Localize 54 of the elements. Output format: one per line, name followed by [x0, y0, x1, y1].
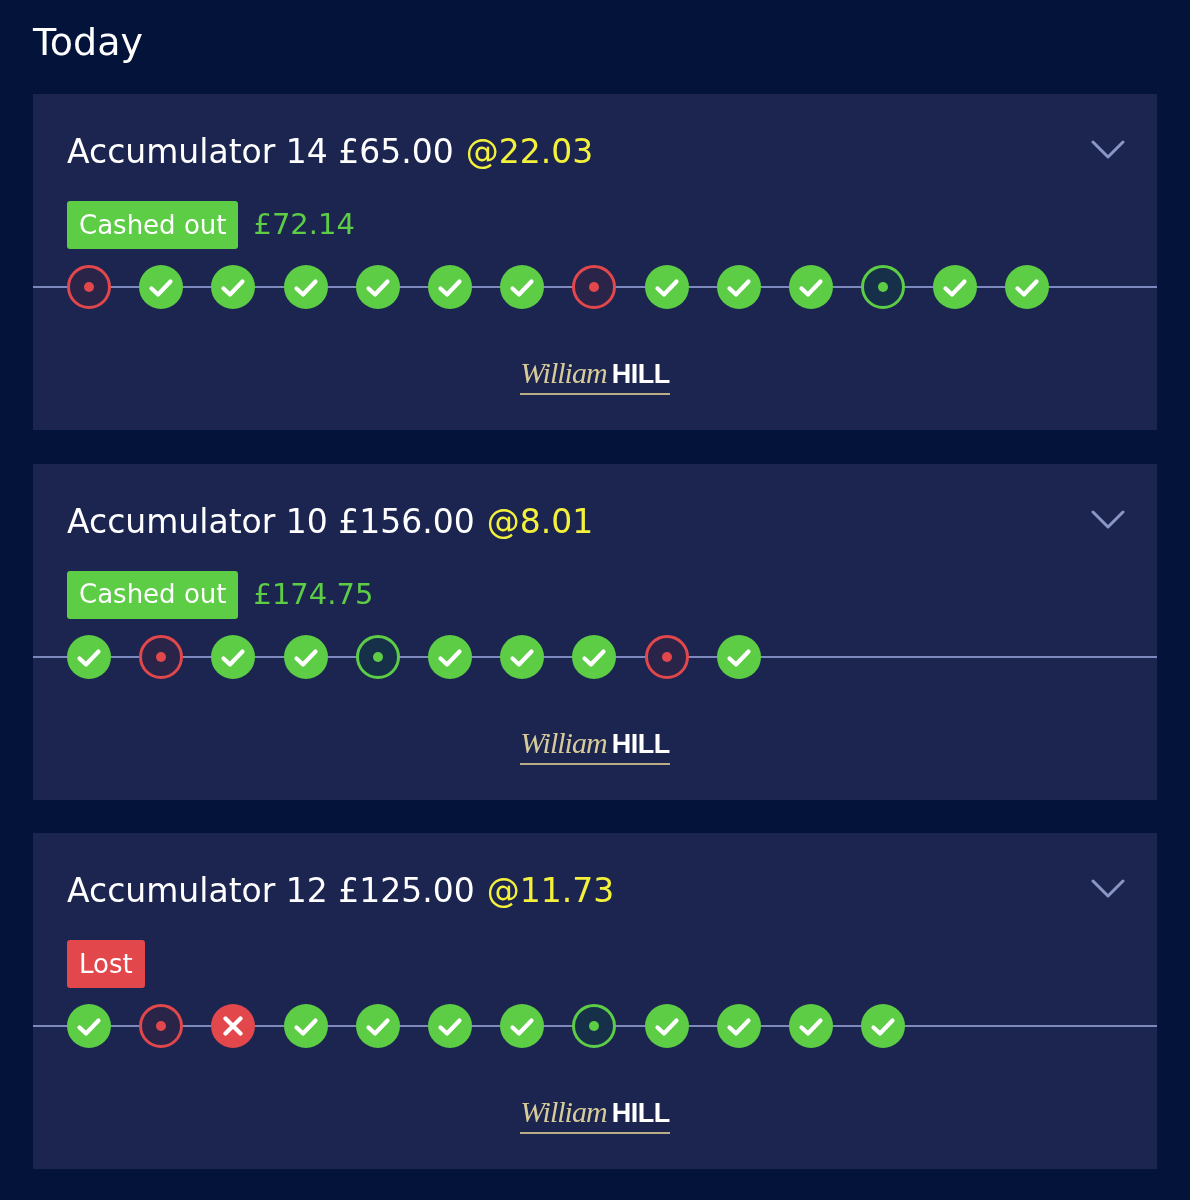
check-circle-icon — [788, 1004, 833, 1048]
check-circle-icon — [139, 265, 184, 309]
check-circle-icon — [1005, 265, 1050, 309]
dot-ring-icon — [861, 265, 906, 309]
section-heading: Today — [33, 19, 144, 66]
check-circle-icon — [933, 265, 978, 309]
dot-ring-icon — [139, 1004, 184, 1048]
dot-ring-icon — [644, 634, 689, 679]
brand-logo: William HILL — [520, 1098, 670, 1134]
bet-title: Accumulator 12 £125.00 — [67, 871, 475, 911]
check-circle-icon — [644, 1004, 689, 1048]
status-badge: Cashed out — [67, 201, 239, 249]
cross-circle-icon — [211, 1004, 256, 1048]
chevron-down-icon — [1091, 140, 1125, 160]
dot-ring-icon — [355, 634, 400, 679]
bet-title: Accumulator 14 £65.00 — [67, 132, 454, 172]
check-circle-icon — [500, 1004, 545, 1048]
check-circle-icon — [355, 1004, 400, 1048]
check-circle-icon — [861, 1004, 906, 1048]
chevron-down-icon — [1091, 509, 1125, 530]
brand-logo: William HILL — [520, 728, 670, 765]
status-badge: Cashed out — [67, 570, 239, 619]
check-circle-icon — [716, 1004, 761, 1048]
check-circle-icon — [67, 1004, 111, 1048]
dot-ring-icon — [139, 634, 184, 679]
odds-text: @8.01 — [486, 501, 594, 542]
check-circle-icon — [427, 1004, 472, 1048]
dot-ring-icon — [67, 265, 111, 309]
chevron-down-icon — [1091, 879, 1125, 899]
check-circle-icon — [644, 265, 689, 309]
check-circle-icon — [283, 1004, 328, 1048]
cashout-amount: £174.75 — [253, 575, 374, 613]
bet-title: Accumulator 10 £156.00 — [67, 501, 475, 542]
check-circle-icon — [283, 265, 328, 309]
status-badge: Lost — [67, 940, 145, 988]
check-circle-icon — [716, 265, 761, 309]
dot-ring-icon — [572, 1004, 617, 1048]
check-circle-icon — [572, 634, 617, 679]
brand-logo: William HILL — [520, 359, 670, 395]
check-circle-icon — [788, 265, 833, 309]
cashout-amount: £72.14 — [253, 206, 355, 244]
check-circle-icon — [67, 634, 111, 679]
check-circle-icon — [500, 634, 545, 679]
check-circle-icon — [355, 265, 400, 309]
check-circle-icon — [716, 634, 761, 679]
check-circle-icon — [211, 634, 256, 679]
dot-ring-icon — [572, 265, 617, 309]
check-circle-icon — [211, 265, 256, 309]
check-circle-icon — [427, 265, 472, 309]
check-circle-icon — [500, 265, 545, 309]
odds-text: @22.03 — [465, 132, 594, 172]
check-circle-icon — [427, 634, 472, 679]
odds-text: @11.73 — [486, 871, 615, 911]
check-circle-icon — [283, 634, 328, 679]
